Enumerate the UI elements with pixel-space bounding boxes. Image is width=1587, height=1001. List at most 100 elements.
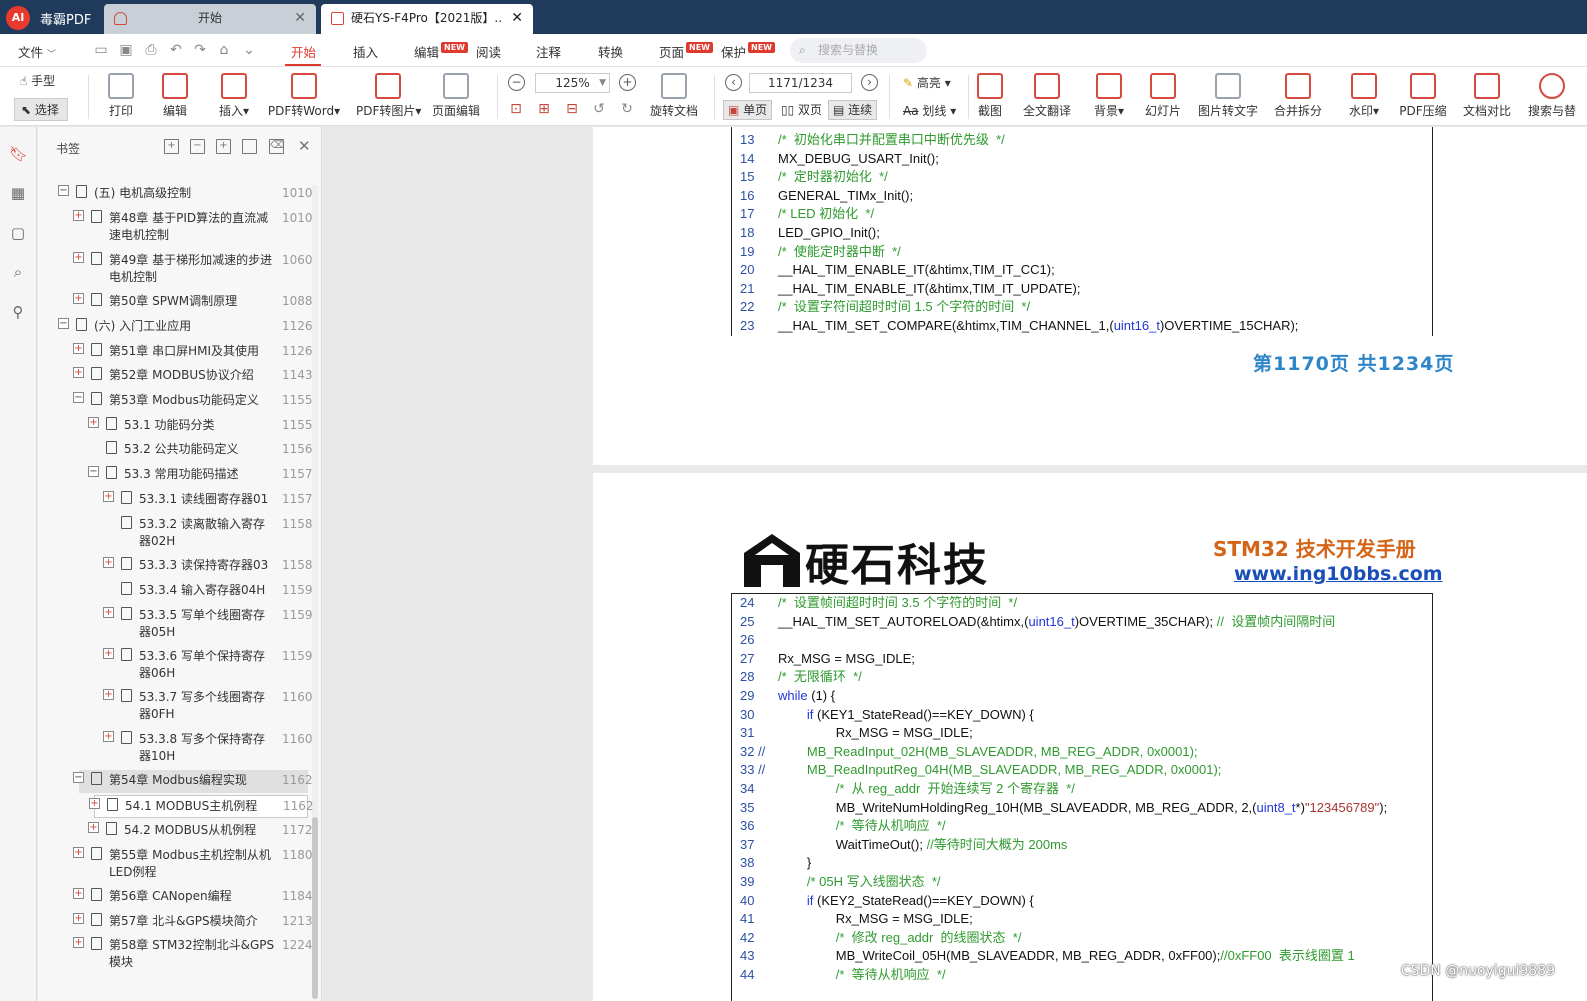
select-tool-button[interactable]: ⬉ 选择 [14,98,68,121]
bookmark-item[interactable]: +54.2 MODBUS从机例程 1172 [46,820,314,843]
document-view[interactable]: 13 /* 初始化串口并配置串口中断优先级 */ 14 MX_DEBUG_USART_… [322,127,1587,1001]
page-number-input[interactable]: 1171/1234 [749,73,852,93]
bookmark-item[interactable]: + 第48章 基于PID算法的直流减速电机控制 1010 [46,208,314,248]
edit-button[interactable]: 编辑 [160,73,190,119]
fit-page-icon[interactable]: ⊞ [536,101,552,117]
collapse-icon[interactable]: − [88,466,99,477]
bookmark-item[interactable]: + 第55章 Modbus主机控制从机LED例程 1180 [46,845,314,885]
tab-start[interactable]: 开始 ✕ [104,4,316,34]
background-button[interactable]: 背景▾ [1092,73,1126,119]
menu-start[interactable]: 开始 [291,42,316,61]
double-page-button[interactable]: ▯▯ 双页 [776,100,827,120]
bookmark-item[interactable]: 53.3.2 读离散输入寄存器02H 1158 [46,514,314,554]
more-dropdown-icon[interactable]: ⌄ [241,42,257,58]
translate-button[interactable]: 全文翻译 [1022,73,1072,119]
bookmark-outline-icon[interactable] [242,139,257,154]
expand-icon[interactable]: + [73,888,84,899]
expand-icon[interactable]: + [73,847,84,858]
bookmark-item[interactable]: +53.3.6 写单个保持寄存器06H 1159 [46,646,314,686]
bookmark-item[interactable]: +53.3.1 读线圈寄存器01 1157 [46,489,314,512]
rotate-left-icon[interactable]: ↺ [591,101,607,117]
collapse-icon[interactable]: − [58,318,69,329]
bookmark-item[interactable]: − (五) 电机高级控制 1010 [46,183,314,206]
expand-icon[interactable]: + [88,822,99,833]
insert-button[interactable]: 插入▾ [214,73,254,119]
collapse-icon[interactable]: − [73,772,84,783]
fit-width-icon[interactable]: ⊡ [508,101,524,117]
compress-button[interactable]: PDF压缩 [1399,73,1447,119]
search-more-button[interactable]: 搜索与替 [1524,73,1580,119]
expand-icon[interactable]: + [73,343,84,354]
search-icon[interactable]: ⌕ [9,263,27,281]
menu-protect[interactable]: 保护 NEW [721,42,775,61]
bookmark-item[interactable]: +53.1 功能码分类 1155 [46,415,314,438]
menu-edit[interactable]: 编辑 NEW [414,42,468,61]
redo-icon[interactable]: ↷ [192,42,208,58]
bookmark-item[interactable]: + 第52章 MODBUS协议介绍 1143 [46,365,314,388]
close-tab-icon[interactable]: ✕ [511,4,523,32]
add-bookmark-icon[interactable]: + [216,139,231,154]
menu-read[interactable]: 阅读 [476,42,501,61]
bookmark-item[interactable]: +54.1 MODBUS主机例程 1162 [89,795,314,818]
comments-icon[interactable]: ▢ [9,224,27,242]
single-page-button[interactable]: ▣ 单页 [723,100,773,120]
expand-icon[interactable]: + [103,731,114,742]
expand-icon[interactable]: + [103,689,114,700]
collapse-icon[interactable]: − [58,185,69,196]
ocr-button[interactable]: 图片转文字 [1198,73,1258,119]
home-icon[interactable]: ⌂ [216,42,232,58]
save-icon[interactable]: ▣ [118,42,134,58]
bookmark-icon[interactable]: 🔖︎ [9,145,28,163]
expand-icon[interactable]: + [103,557,114,568]
undo-icon[interactable]: ↶ [168,42,184,58]
menu-page[interactable]: 页面 NEW [659,42,713,61]
expand-icon[interactable]: + [103,491,114,502]
bookmark-item[interactable]: + 第51章 串口屏HMI及其使用 1126 [46,341,314,364]
zoom-select[interactable]: 125% ▼ [535,73,610,93]
merge-split-button[interactable]: 合并拆分 [1274,73,1322,119]
thumbnails-icon[interactable]: ▦ [9,184,27,202]
bookmark-item[interactable]: + 第58章 STM32控制北斗&GPS模块 1224 [46,935,314,975]
menu-insert[interactable]: 插入 [353,42,378,61]
bookmark-item[interactable]: + 第57章 北斗&GPS模块简介 1213 [46,911,314,934]
bookmark-item[interactable]: +53.3.5 写单个线圈寄存器05H 1159 [46,605,314,645]
bookmark-item[interactable]: +53.3.7 写多个线圈寄存器0FH 1160 [46,687,314,727]
expand-all-icon[interactable]: + [164,139,179,154]
continuous-button[interactable]: ▤ 连续 [828,100,878,120]
expand-icon[interactable]: + [88,417,99,428]
pdf-to-image-button[interactable]: PDF转图片▾ [356,73,421,119]
attachment-icon[interactable]: ⚲ [9,303,27,321]
expand-icon[interactable]: + [103,648,114,659]
bookmark-item[interactable]: − 第54章 Modbus编程实现 1162 [73,770,313,793]
prev-page-icon[interactable]: ‹ [725,74,742,91]
slideshow-button[interactable]: 幻灯片 [1145,73,1181,119]
open-icon[interactable]: ▭ [93,42,109,58]
bookmark-item[interactable]: − (六) 入门工业应用 1126 [46,316,314,339]
watermark-button[interactable]: 水印▾ [1346,73,1382,119]
hand-tool-button[interactable]: ☝ 手型 [20,72,55,89]
search-input[interactable]: ⌕ 搜索与替换 [790,38,927,63]
pdf-to-word-button[interactable]: PDF转Word▾ [266,73,342,119]
expand-icon[interactable]: + [73,367,84,378]
expand-icon[interactable]: + [73,937,84,948]
bookmark-item[interactable]: + 第56章 CANopen编程 1184 [46,886,314,909]
expand-icon[interactable]: + [73,293,84,304]
print-button[interactable]: 打印 [106,73,136,119]
bookmark-item[interactable]: +53.3.8 写多个保持寄存器10H 1160 [46,729,314,769]
expand-icon[interactable]: + [73,210,84,221]
close-panel-icon[interactable]: ✕ [298,137,311,155]
bookmark-item[interactable]: 53.2 公共功能码定义 1156 [46,439,314,462]
next-page-icon[interactable]: › [861,74,878,91]
screenshot-button[interactable]: 截图 [977,73,1003,119]
page-edit-button[interactable]: 页面编辑 [431,73,481,119]
bookmark-item[interactable]: +53.3.3 读保持寄存器03 1158 [46,555,314,578]
expand-icon[interactable]: + [103,607,114,618]
bookmark-item[interactable]: 53.3.4 输入寄存器04H 1159 [46,580,314,603]
menu-annotate[interactable]: 注释 [536,42,561,61]
rotate-right-icon[interactable]: ↻ [619,101,635,117]
collapse-icon[interactable]: − [73,392,84,403]
collapse-all-icon[interactable]: − [190,139,205,154]
bookmark-item[interactable]: + 第50章 SPWM调制原理 1088 [46,291,314,314]
zoom-in-icon[interactable]: + [619,74,636,91]
bookmark-item[interactable]: − 第53章 Modbus功能码定义 1155 [46,390,314,413]
